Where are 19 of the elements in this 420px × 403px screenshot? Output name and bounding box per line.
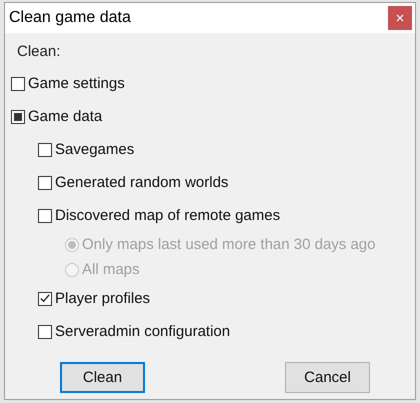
checkbox-label[interactable]: Generated random worlds <box>55 174 228 191</box>
checkbox[interactable] <box>11 110 25 124</box>
checkbox-label[interactable]: Player profiles <box>55 290 150 307</box>
close-button[interactable]: × <box>388 6 412 30</box>
checkbox-label[interactable]: Discovered map of remote games <box>55 207 280 224</box>
checkbox[interactable] <box>38 324 52 338</box>
checkbox[interactable] <box>38 292 52 306</box>
checkbox-label[interactable]: Savegames <box>55 141 134 158</box>
clean-button[interactable]: Clean <box>60 362 145 393</box>
checkbox-label[interactable]: Game data <box>28 108 102 125</box>
checkbox[interactable] <box>38 142 52 156</box>
window-title: Clean game data <box>9 9 131 27</box>
section-label: Clean: <box>16 43 62 62</box>
checkbox[interactable] <box>11 76 25 90</box>
checkbox-label[interactable]: Game settings <box>28 75 125 92</box>
checkbox-label[interactable]: Serveradmin configuration <box>55 323 230 340</box>
checkbox[interactable] <box>38 176 52 190</box>
checkbox[interactable] <box>38 208 52 222</box>
cancel-button[interactable]: Cancel <box>285 362 370 393</box>
